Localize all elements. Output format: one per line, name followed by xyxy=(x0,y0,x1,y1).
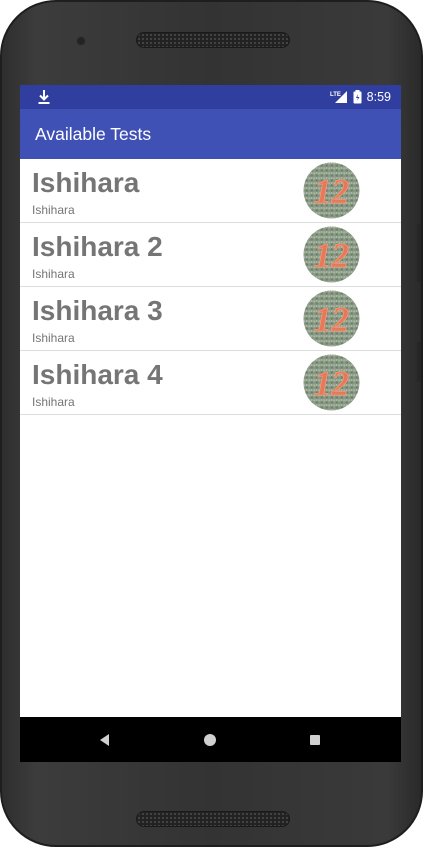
status-time: 8:59 xyxy=(366,90,391,104)
list-item[interactable]: Ishihara 2 Ishihara 12 xyxy=(20,223,401,287)
page-title: Available Tests xyxy=(35,124,152,144)
ishihara-plate-image: 12 xyxy=(303,290,360,347)
test-title: Ishihara 4 xyxy=(32,359,163,390)
recents-icon xyxy=(310,734,320,745)
test-title: Ishihara 2 xyxy=(32,231,163,262)
earpiece-speaker xyxy=(136,32,290,48)
navigation-bar xyxy=(20,717,401,762)
test-subtitle: Ishihara xyxy=(32,267,75,281)
signal-icon: LTE xyxy=(330,91,347,103)
test-list: Ishihara Ishihara 12 Ishihara 2 Ishihara… xyxy=(20,159,401,415)
ishihara-plate-image: 12 xyxy=(303,354,360,411)
power-button xyxy=(417,342,421,382)
list-item[interactable]: Ishihara Ishihara 12 xyxy=(20,159,401,223)
list-item[interactable]: Ishihara 4 Ishihara 12 xyxy=(20,351,401,415)
svg-text:12: 12 xyxy=(314,300,349,339)
ishihara-plate-image: 12 xyxy=(303,226,360,283)
status-right: LTE 8:59 xyxy=(330,85,391,109)
back-button[interactable] xyxy=(75,717,135,762)
test-subtitle: Ishihara xyxy=(32,203,75,217)
home-button[interactable] xyxy=(180,717,240,762)
svg-text:LTE: LTE xyxy=(330,92,341,98)
list-item[interactable]: Ishihara 3 Ishihara 12 xyxy=(20,287,401,351)
test-subtitle: Ishihara xyxy=(32,331,75,345)
front-camera xyxy=(76,36,86,46)
back-icon xyxy=(100,733,109,746)
battery-icon xyxy=(353,90,362,104)
ishihara-plate-image: 12 xyxy=(303,162,360,219)
app-bar: Available Tests xyxy=(20,109,401,159)
svg-text:12: 12 xyxy=(314,172,349,211)
bottom-speaker xyxy=(136,811,290,827)
home-icon xyxy=(204,733,216,746)
phone-frame: LTE 8:59 Available Tests Ishihara Ishiha… xyxy=(0,0,423,847)
screen: LTE 8:59 Available Tests Ishihara Ishiha… xyxy=(20,85,401,762)
svg-text:12: 12 xyxy=(314,236,349,275)
volume-button xyxy=(417,224,421,282)
svg-text:12: 12 xyxy=(314,364,349,403)
status-bar: LTE 8:59 xyxy=(20,85,401,109)
recents-button[interactable] xyxy=(285,717,345,762)
download-icon xyxy=(38,90,50,104)
test-title: Ishihara xyxy=(32,167,140,198)
test-title: Ishihara 3 xyxy=(32,295,163,326)
test-subtitle: Ishihara xyxy=(32,395,75,409)
